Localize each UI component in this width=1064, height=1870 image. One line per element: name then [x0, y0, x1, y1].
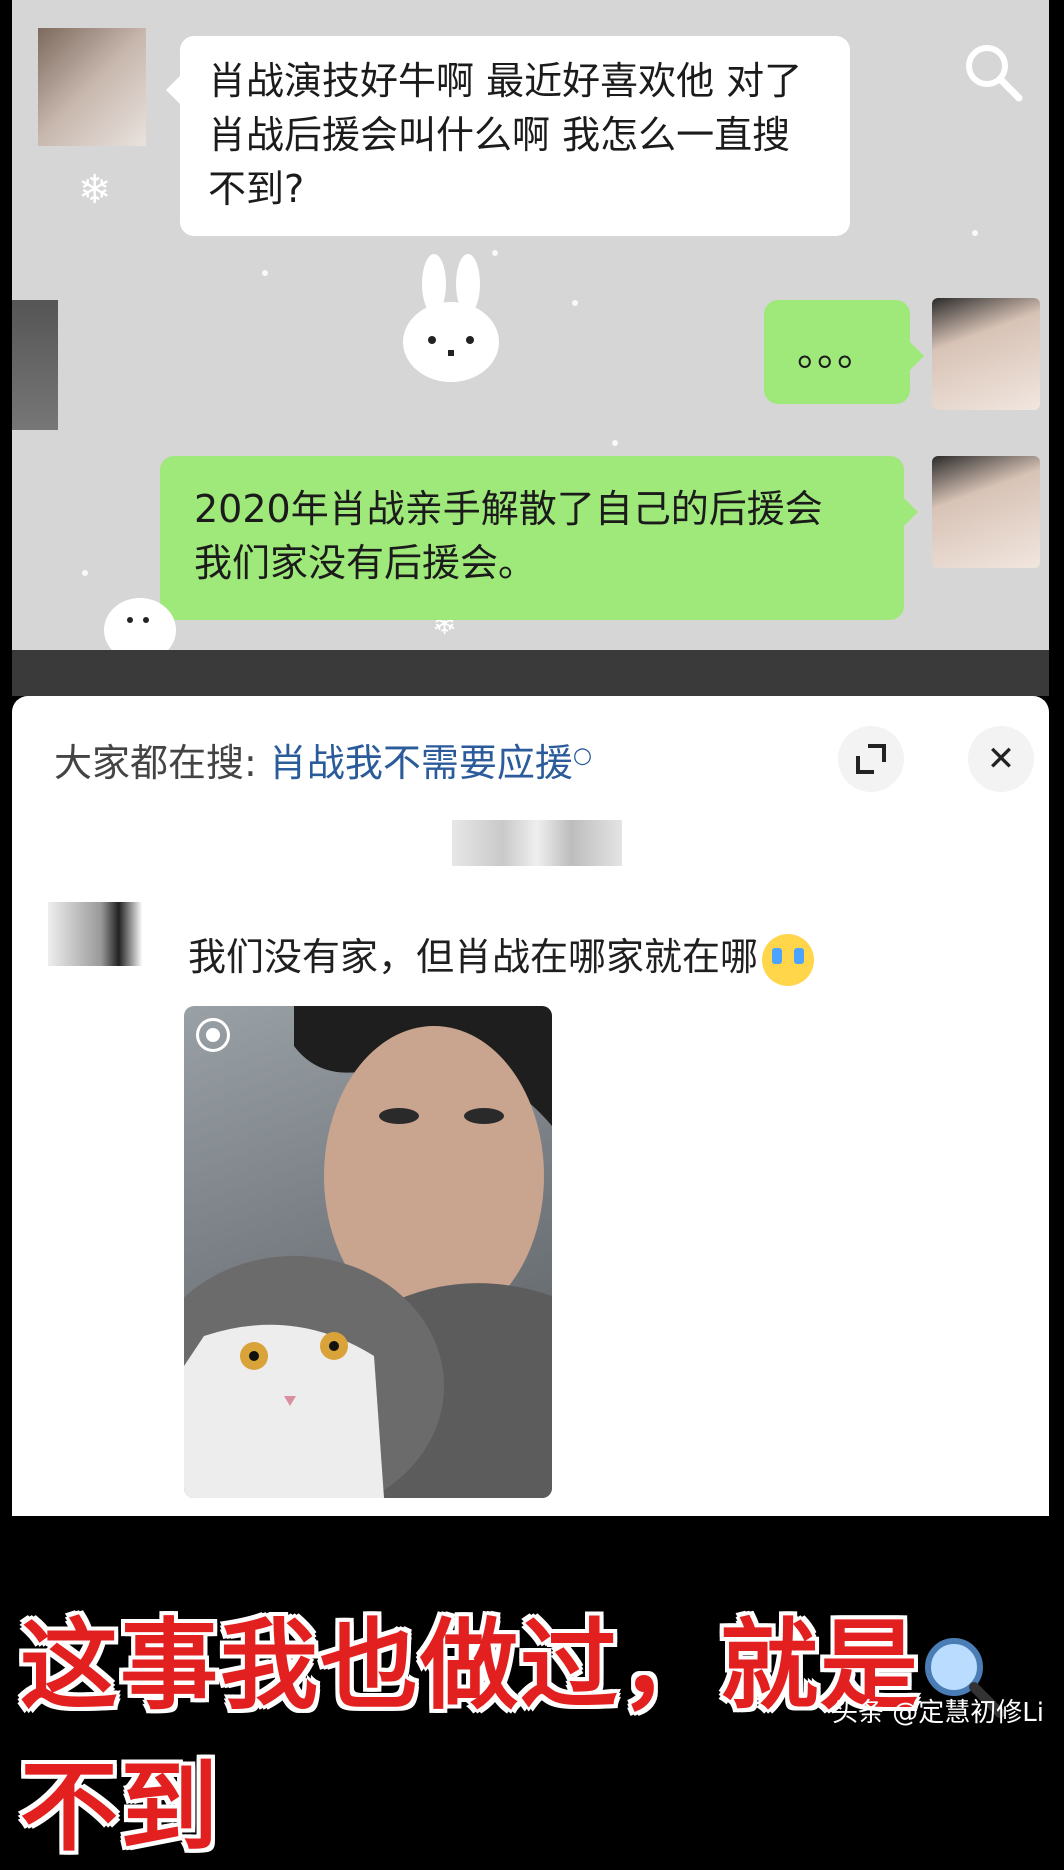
- watermark: 头条 @定慧初修Li: [832, 1698, 1044, 1728]
- hot-search-term[interactable]: 肖战我不需要应援: [269, 741, 573, 785]
- blurred-edge: [12, 300, 58, 430]
- comment-text-row: 我们没有家，但肖战在哪家就在哪: [188, 926, 815, 986]
- hot-search-row[interactable]: 大家都在搜: 肖战我不需要应援○: [54, 732, 592, 787]
- crying-emoji-icon: [762, 933, 815, 986]
- self-avatar[interactable]: [932, 298, 1040, 410]
- sent-message-bubble[interactable]: 2020年肖战亲手解散了自己的后援会 我们家没有后援会。: [160, 456, 918, 620]
- comment-text: 我们没有家，但肖战在哪家就在哪: [188, 935, 759, 979]
- snow-dot: [262, 270, 268, 276]
- received-message-text: 肖战演技好牛啊 最近好喜欢他 对了肖战后援会叫什么啊 我怎么一直搜不到?: [208, 59, 803, 211]
- self-avatar[interactable]: [932, 456, 1040, 568]
- search-icon[interactable]: [961, 40, 1025, 104]
- caption-part-2: 不到: [20, 1751, 221, 1865]
- live-photo-icon: [196, 1018, 230, 1052]
- close-button[interactable]: ✕: [968, 726, 1034, 792]
- snow-dot: [82, 570, 88, 576]
- typing-dots: 。。。: [797, 329, 877, 375]
- section-divider: [12, 650, 1049, 696]
- bunny-sticker: [403, 254, 499, 382]
- snowflake-icon: ❄: [78, 167, 112, 213]
- caption-part-1: 这事我也做过，就是: [20, 1609, 921, 1723]
- photo-illustration: [184, 1006, 552, 1498]
- ghost-sticker: [104, 598, 176, 650]
- blurred-username: [452, 820, 622, 866]
- comment-sheet: 大家都在搜: 肖战我不需要应援○ ✕ 我们没有家，但肖战在哪家就在哪: [12, 696, 1049, 1516]
- hot-search-label: 大家都在搜:: [54, 741, 257, 785]
- expand-icon: [856, 744, 886, 774]
- search-icon: ○: [572, 743, 593, 769]
- close-icon: ✕: [986, 739, 1016, 779]
- snow-dot: [572, 300, 578, 306]
- sender-avatar[interactable]: [38, 28, 146, 146]
- sent-message-text: 2020年肖战亲手解散了自己的后援会 我们家没有后援会。: [194, 487, 823, 585]
- received-message-bubble[interactable]: 肖战演技好牛啊 最近好喜欢他 对了肖战后援会叫什么啊 我怎么一直搜不到?: [166, 36, 850, 236]
- commenter-avatar[interactable]: [48, 902, 166, 966]
- snow-dot: [612, 440, 618, 446]
- snow-dot: [972, 230, 978, 236]
- typing-bubble[interactable]: 。。。: [764, 300, 924, 404]
- comment-photo[interactable]: [184, 1006, 552, 1498]
- expand-button[interactable]: [838, 726, 904, 792]
- chat-screenshot: ❄ ❄ 肖战演技好牛啊 最近好喜欢他 对了肖战后援会叫什么啊 我怎么一直搜不到?…: [12, 0, 1049, 650]
